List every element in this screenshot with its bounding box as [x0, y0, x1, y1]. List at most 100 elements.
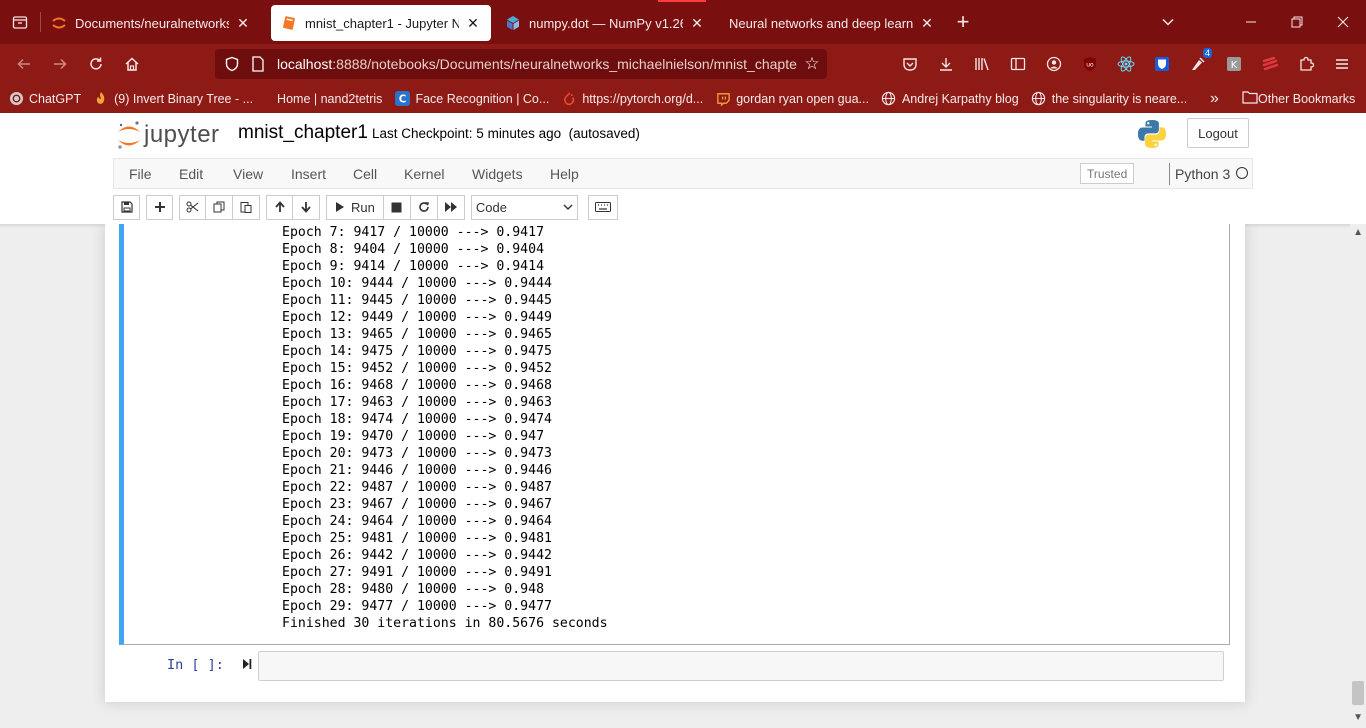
menu-view[interactable]: View [233, 159, 263, 189]
save-button[interactable] [113, 194, 140, 220]
tab-mnist-notebook[interactable]: mnist_chapter1 - Jupyter Noteb ✕ [271, 5, 491, 41]
selected-code-cell[interactable]: Epoch 7: 9417 / 10000 ---> 0.9417 Epoch 8… [119, 224, 1230, 645]
account-button[interactable] [1036, 48, 1072, 80]
menu-cell[interactable]: Cell [353, 159, 377, 189]
notification-extension-button[interactable]: 4 [1180, 48, 1216, 80]
restore-button[interactable] [1274, 0, 1320, 44]
k-extension-button[interactable]: K [1216, 48, 1252, 80]
pocket-icon [903, 58, 917, 71]
scroll-down-icon[interactable]: ▼ [1353, 712, 1363, 723]
bookmark-chatgpt[interactable]: ChatGPT [8, 91, 81, 107]
tab-list-icon [12, 16, 28, 29]
menu-help[interactable]: Help [550, 159, 579, 189]
scroll-up-icon[interactable]: ▲ [1353, 227, 1363, 238]
logout-button[interactable]: Logout [1187, 118, 1249, 148]
menu-kernel[interactable]: Kernel [404, 159, 444, 189]
cut-button[interactable] [179, 194, 206, 220]
code-input[interactable] [258, 651, 1224, 681]
bookmarks-overflow-button[interactable]: » [1210, 84, 1219, 113]
url-bar[interactable]: localhost:8888/notebooks/Documents/neura… [215, 49, 827, 79]
pocket-button[interactable] [892, 48, 928, 80]
bookmarks-toolbar: ChatGPT (9) Invert Binary Tree - ... Hom… [0, 84, 1366, 113]
bookmark-karpathy-blog[interactable]: Andrej Karpathy blog [881, 91, 1019, 107]
sidebar-button[interactable] [1000, 48, 1036, 80]
tab-numpy-dot[interactable]: numpy.dot — NumPy v1.26 Ma ✕ [495, 5, 715, 41]
floppy-disk-icon [120, 201, 133, 213]
forward-button[interactable] [42, 46, 78, 82]
home-button[interactable] [114, 46, 150, 82]
move-up-button[interactable] [266, 194, 293, 220]
page-scrollbar[interactable]: ▲ ▼ [1350, 224, 1366, 728]
cell-type-select[interactable]: Code [470, 194, 578, 220]
other-bookmarks-button[interactable]: Other Bookmarks [1242, 84, 1355, 113]
bookmark-nand2tetris[interactable]: Home | nand2tetris [277, 92, 382, 106]
sidebar-icon [1010, 57, 1026, 71]
paste-button[interactable] [233, 194, 260, 220]
menu-file[interactable]: File [129, 159, 152, 189]
output-line: Finished 30 iterations in 80.5676 second… [282, 616, 608, 631]
back-button[interactable] [6, 46, 42, 82]
tab-list-button[interactable] [0, 0, 40, 44]
other-bookmarks-label: Other Bookmarks [1258, 91, 1356, 106]
new-tab-button[interactable]: + [945, 4, 981, 40]
scissors-icon [186, 201, 199, 213]
menu-insert[interactable]: Insert [291, 159, 326, 189]
tab-jupyter-tree[interactable]: Documents/neuralnetworks_mi ✕ [41, 5, 261, 41]
minimize-button[interactable] [1228, 0, 1274, 44]
react-icon [1117, 56, 1135, 72]
move-down-button[interactable] [293, 194, 320, 220]
extensions-button[interactable] [1288, 48, 1324, 80]
run-button[interactable]: Run [326, 194, 384, 220]
reload-icon [90, 57, 102, 70]
paste-icon [240, 202, 252, 213]
reload-button[interactable] [78, 46, 114, 82]
tab-neural-networks-book[interactable]: Neural networks and deep learning ✕ [715, 5, 945, 41]
bookmark-star-icon[interactable]: ☆ [797, 54, 827, 74]
list-all-tabs-button[interactable] [1150, 4, 1186, 40]
bookmark-invert-binary-tree[interactable]: (9) Invert Binary Tree - ... [93, 91, 253, 107]
app-menu-button[interactable] [1324, 48, 1360, 80]
k-extension-icon: K [1227, 57, 1241, 71]
ublock-button[interactable]: uo [1072, 48, 1108, 80]
close-tab-icon[interactable]: ✕ [689, 15, 705, 32]
notebook-name[interactable]: mnist_chapter1 [238, 122, 368, 144]
run-cell-icon[interactable] [242, 658, 252, 670]
downloads-button[interactable] [928, 48, 964, 80]
restart-run-all-button[interactable] [437, 194, 465, 220]
output-line: Epoch 17: 9463 / 10000 ---> 0.9463 [282, 395, 552, 410]
menu-widgets[interactable]: Widgets [472, 159, 523, 189]
output-line: Epoch 22: 9487 / 10000 ---> 0.9487 [282, 480, 552, 495]
output-line: Epoch 7: 9417 / 10000 ---> 0.9417 [282, 225, 545, 240]
output-line: Epoch 14: 9475 / 10000 ---> 0.9475 [282, 344, 552, 359]
bookmark-singularity[interactable]: the singularity is neare... [1031, 91, 1187, 107]
menu-edit[interactable]: Edit [179, 159, 203, 189]
bookmark-label: Face Recognition | Co... [415, 91, 550, 106]
close-tab-icon[interactable]: ✕ [235, 15, 251, 32]
coursera-icon: C [394, 91, 410, 107]
trusted-badge[interactable]: Trusted [1080, 163, 1135, 184]
lastpass-button[interactable] [1252, 48, 1288, 80]
close-tab-icon[interactable]: ✕ [919, 15, 935, 32]
close-icon [1337, 16, 1349, 28]
scrollbar-thumb[interactable] [1352, 681, 1364, 705]
copy-button[interactable] [206, 194, 233, 220]
bookmark-label: ChatGPT [29, 91, 82, 106]
tracking-protection-shield-icon[interactable] [217, 56, 247, 72]
close-tab-icon[interactable]: ✕ [465, 15, 481, 32]
bookmark-pytorch[interactable]: https://pytorch.org/d... [561, 91, 703, 107]
restart-kernel-button[interactable] [410, 194, 438, 220]
bookmark-gordan-ryan[interactable]: gordan ryan open gua... [715, 91, 869, 107]
jupyter-logo[interactable]: jupyter [116, 117, 220, 153]
empty-code-cell[interactable]: In [ ]: [119, 650, 1230, 682]
library-button[interactable] [964, 48, 1000, 80]
output-line: Epoch 25: 9481 / 10000 ---> 0.9481 [282, 531, 552, 546]
bookmark-face-recognition[interactable]: C Face Recognition | Co... [394, 91, 549, 107]
react-devtools-button[interactable] [1108, 48, 1144, 80]
page-info-icon[interactable] [247, 56, 269, 72]
command-palette-button[interactable] [587, 194, 618, 220]
bitwarden-button[interactable] [1144, 48, 1180, 80]
close-window-button[interactable] [1320, 0, 1366, 44]
interrupt-kernel-button[interactable] [383, 194, 411, 220]
python-logo-icon [1136, 118, 1168, 155]
insert-cell-below-button[interactable] [146, 194, 173, 220]
